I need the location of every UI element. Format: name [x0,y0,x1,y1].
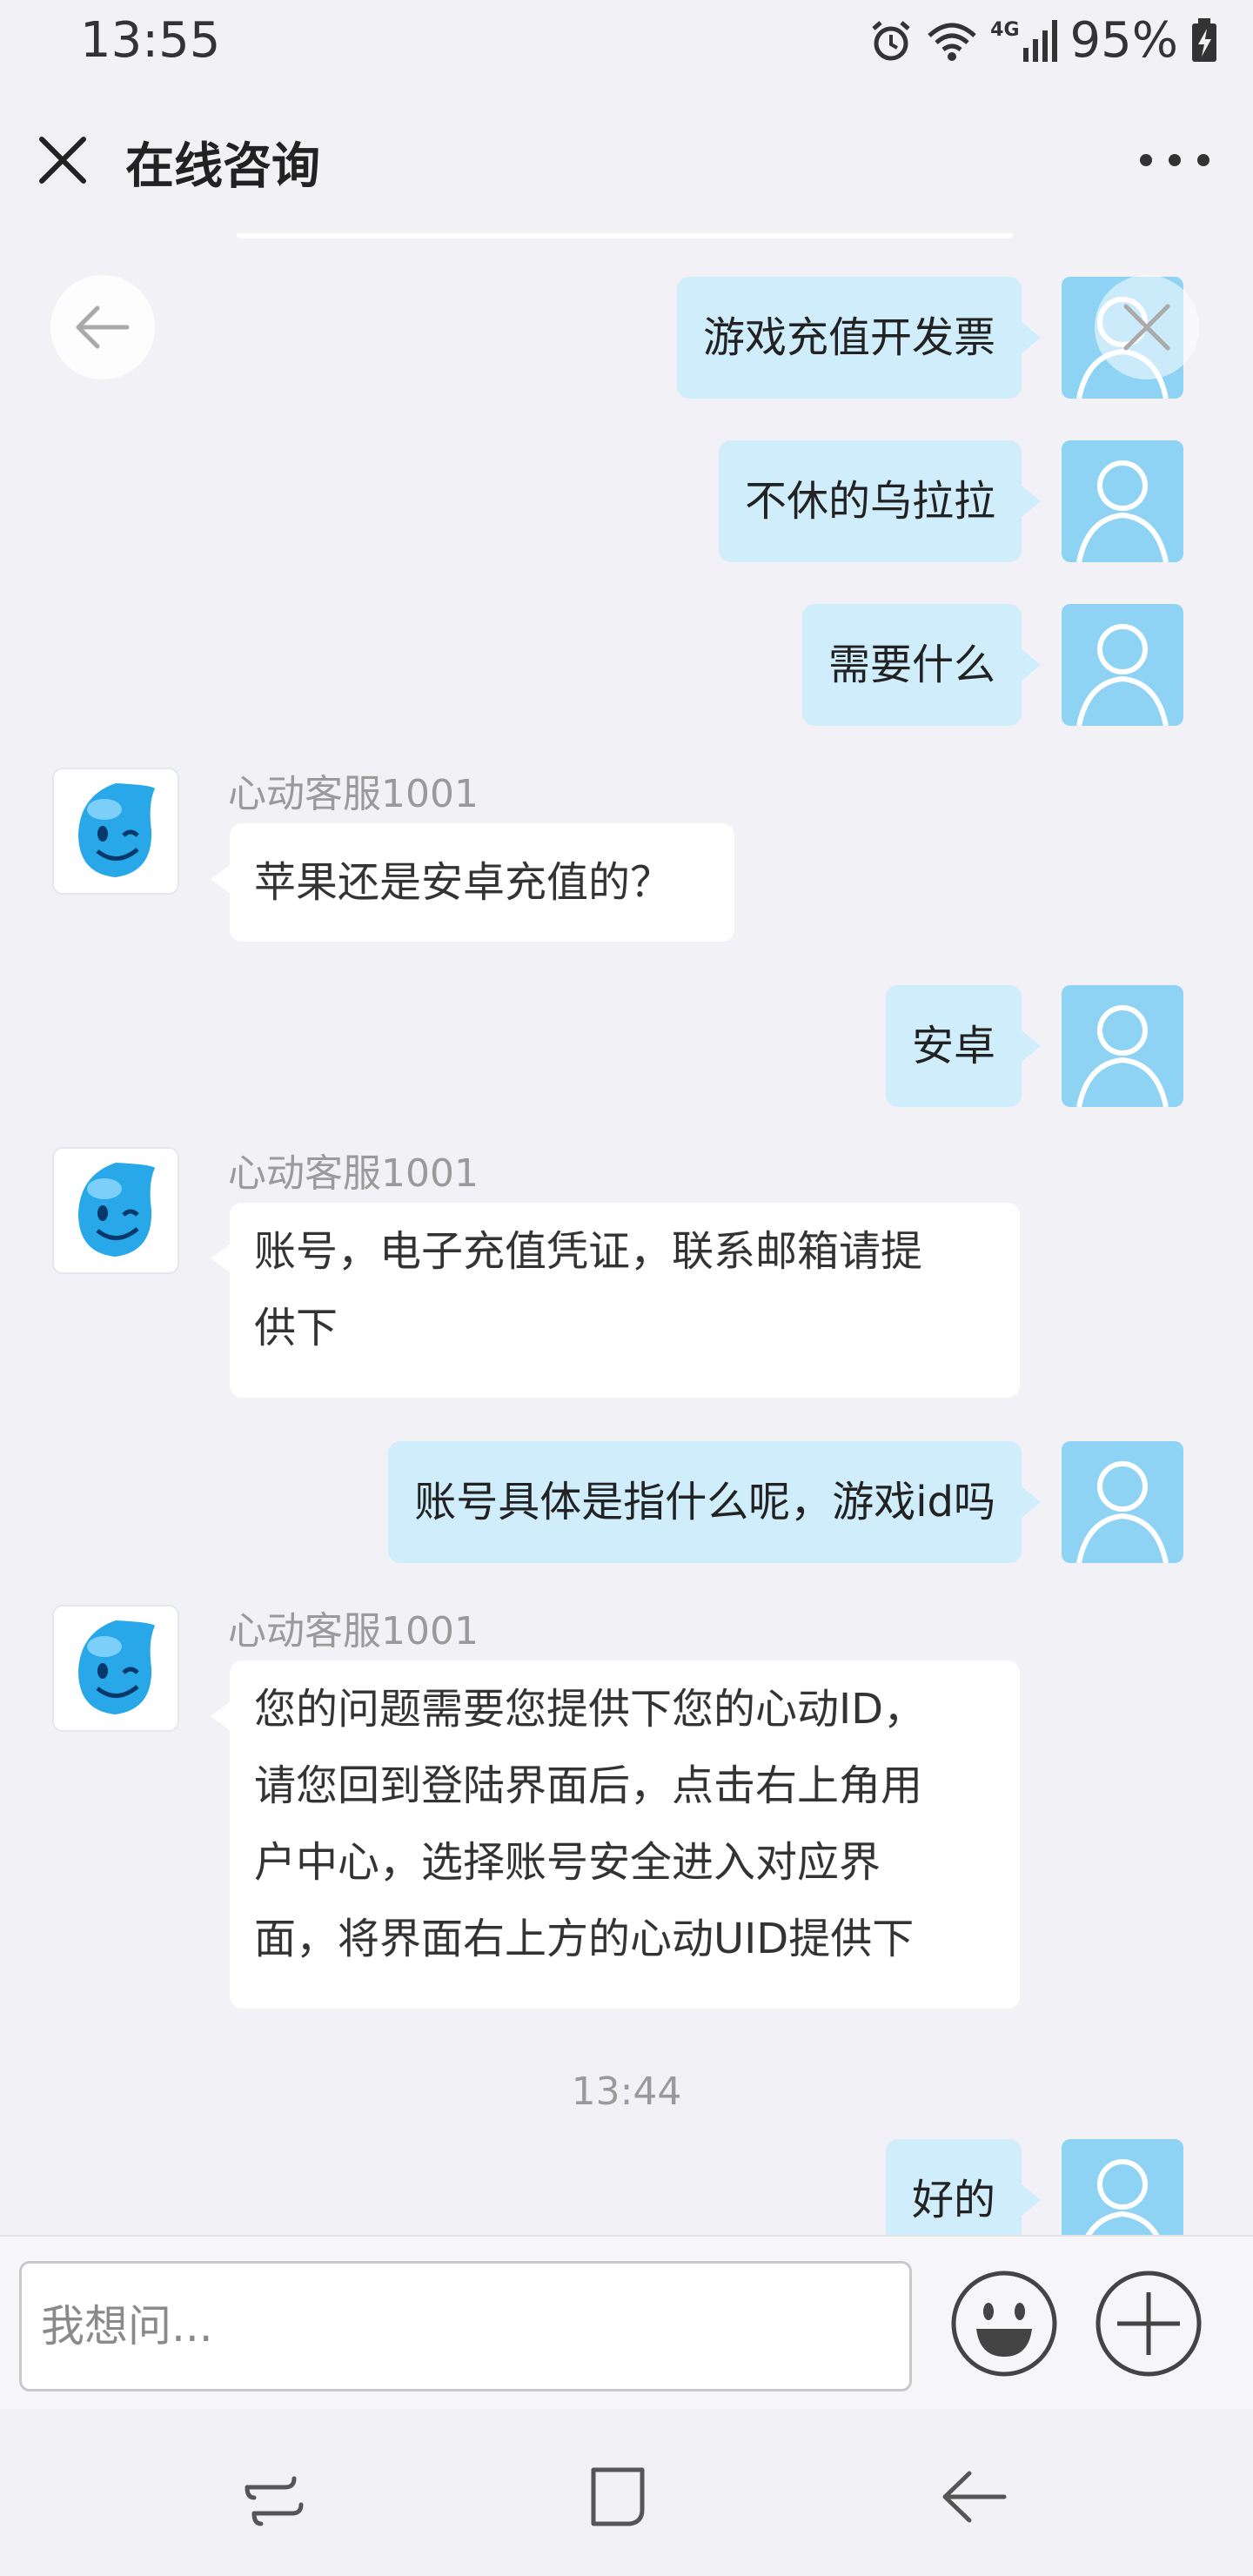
more-dot [1169,154,1181,166]
water-drop-mascot-icon [78,783,155,877]
user-avatar-icon [1076,624,1169,726]
system-nav-bar [0,2409,1253,2576]
message-line: 供下 [254,1304,338,1352]
home-icon[interactable] [581,2458,660,2536]
user-avatar[interactable] [1062,440,1183,562]
status-bar: 13:55 4G 95% [0,0,1253,87]
user-message-bubble[interactable]: 账号具体是指什么呢，游戏id吗 [388,1441,1041,1563]
water-drop-mascot-icon [78,1620,155,1714]
agent-avatar[interactable] [52,768,179,895]
user-message-bubble[interactable]: 安卓 [885,985,1042,1107]
message-line: 账号，电子充值凭证，联系邮箱请提 [254,1227,923,1276]
user-message-bubble[interactable]: 需要什么 [801,604,1042,726]
message-input-bar [0,2235,1253,2411]
more-icon[interactable] [1140,139,1209,181]
user-avatar-icon [1076,460,1169,562]
message-input[interactable] [19,2261,912,2392]
user-message-bubble[interactable]: 好的 [885,2139,1042,2235]
chat-area[interactable]: 游戏充值开发票 不休的乌拉拉 需要什么 心动客服1001 苹果还是安卓充值的？ … [0,233,1253,2235]
message-line: 户中心，选择账号安全进入对应界 [254,1838,881,1887]
user-avatar-icon [1085,2159,1160,2235]
message-line: 面，将界面右上方的心动UID提供下 [254,1915,915,1963]
water-drop-mascot-icon [78,1163,155,1257]
battery-percent: 95% [1069,12,1178,69]
previous-message-edge [237,233,1013,238]
message-line: 请您回到登陆界面后，点击右上角用 [254,1761,923,1810]
user-avatar[interactable] [1062,604,1183,726]
user-message-bubble[interactable]: 游戏充值开发票 [676,277,1042,399]
status-icons: 4G 95% [868,12,1218,69]
agent-name: 心动客服1001 [228,1151,479,1196]
user-avatar[interactable] [1062,1441,1183,1563]
user-avatar[interactable] [1062,985,1183,1107]
message-line: 您的问题需要您提供下您的心动ID， [254,1685,926,1734]
more-dot [1140,154,1152,166]
arrow-left-icon [76,305,130,349]
wifi-icon [928,23,976,61]
app-header: 在线咨询 [0,87,1253,233]
recent-apps-icon[interactable] [235,2458,313,2536]
emoji-icon[interactable] [950,2270,1058,2378]
plus-icon[interactable] [1095,2270,1203,2378]
more-dot [1197,154,1209,166]
page-title: 在线咨询 [125,138,320,195]
agent-message-bubble[interactable]: 苹果还是安卓充值的？ [211,823,734,942]
user-message-bubble[interactable]: 不休的乌拉拉 [718,440,1042,562]
agent-avatar[interactable] [52,1605,179,1732]
network-type: 4G [990,19,1020,41]
status-time: 13:55 [80,12,221,69]
close-icon[interactable] [31,129,94,191]
chat-back-button[interactable] [50,275,155,379]
back-icon[interactable] [935,2458,1013,2536]
user-avatar-icon [1076,1461,1169,1563]
agent-message-bubble[interactable]: 您的问题需要您提供下您的心动ID， 请您回到登陆界面后，点击右上角用 户中心，选… [211,1660,1020,2009]
agent-message-bubble[interactable]: 账号，电子充值凭证，联系邮箱请提 供下 [211,1203,1020,1398]
signal-icon [1022,19,1057,62]
alarm-icon [872,20,910,60]
battery-icon [1192,17,1216,62]
user-avatar-icon [1076,1005,1169,1107]
agent-avatar[interactable] [52,1147,179,1274]
close-icon [1123,304,1170,351]
agent-name: 心动客服1001 [228,772,479,816]
user-avatar[interactable] [1062,2139,1183,2235]
chat-close-button[interactable] [1095,275,1199,379]
message-timestamp: 13:44 [571,2070,682,2114]
agent-name: 心动客服1001 [228,1609,479,1654]
